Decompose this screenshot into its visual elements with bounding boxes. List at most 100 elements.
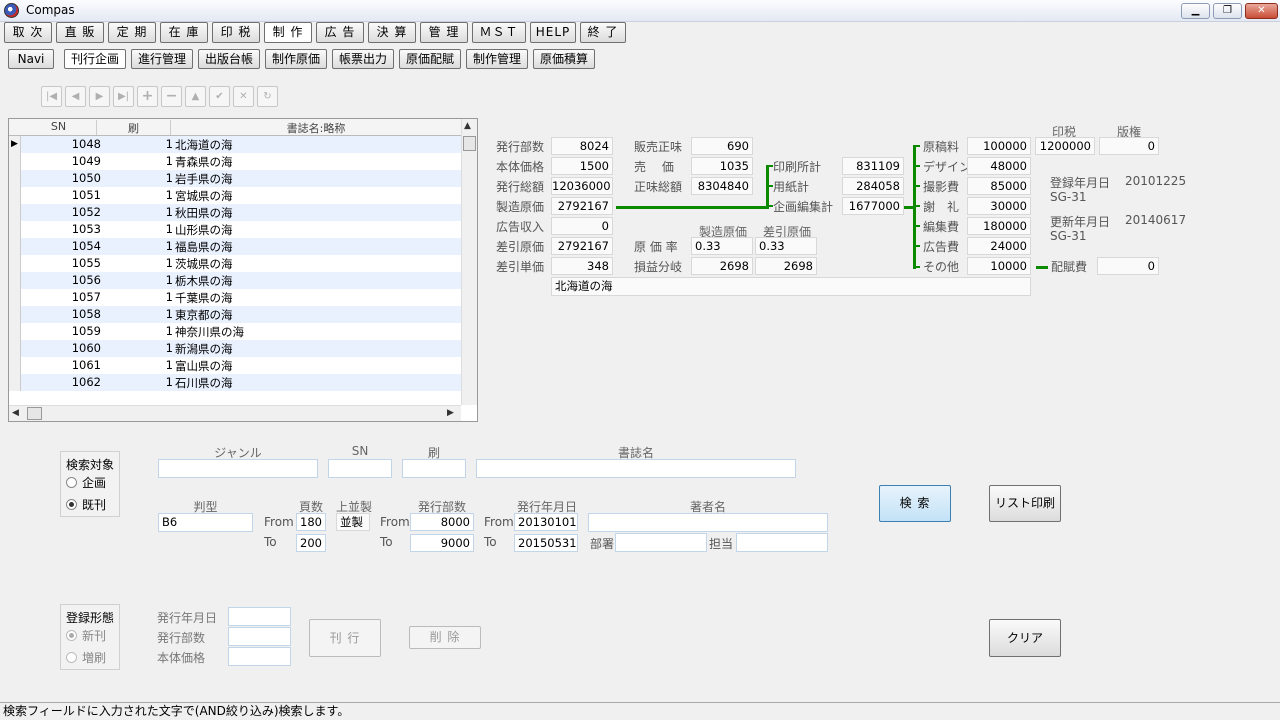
field-genka-ritsu-1[interactable]: 0.33 <box>691 237 753 255</box>
row-selector[interactable] <box>9 306 21 323</box>
table-row[interactable]: 1051 1 宮城県の海 <box>9 187 461 204</box>
field-sashihiki-genka[interactable]: 2792167 <box>551 237 613 255</box>
date-to-input[interactable]: 20150531 <box>514 534 578 552</box>
reg-price-input[interactable] <box>228 647 291 666</box>
menu-item-1[interactable]: 直 販 <box>56 22 104 43</box>
table-row[interactable]: 1062 1 石川県の海 <box>9 374 461 391</box>
date-from-input[interactable]: 20130101 <box>514 513 578 531</box>
tab-7[interactable]: 制作管理 <box>466 49 528 69</box>
field-genka-ritsu-2[interactable]: 0.33 <box>755 237 817 255</box>
row-selector[interactable] <box>9 255 21 272</box>
field-hanken[interactable]: 0 <box>1099 137 1159 155</box>
field-hakko-busu[interactable]: 8024 <box>551 137 613 155</box>
pages-to-input[interactable]: 200 <box>296 534 326 552</box>
kankou-button[interactable]: 刊 行 <box>309 619 381 657</box>
tab-8[interactable]: 原価積算 <box>533 49 595 69</box>
last-record-icon[interactable]: ▶| <box>113 86 134 107</box>
field-design[interactable]: 48000 <box>967 157 1031 175</box>
prev-record-icon[interactable]: ◀ <box>65 86 86 107</box>
table-row[interactable]: 1058 1 東京都の海 <box>9 306 461 323</box>
field-genkoryo[interactable]: 100000 <box>967 137 1031 155</box>
field-inzei[interactable]: 1200000 <box>1035 137 1095 155</box>
tab-0[interactable]: Navi <box>8 49 54 69</box>
busho-input[interactable] <box>615 533 707 552</box>
menu-item-2[interactable]: 定 期 <box>108 22 156 43</box>
radio-new-label[interactable]: 新刊 <box>82 627 106 644</box>
menu-item-0[interactable]: 取 次 <box>4 22 52 43</box>
table-row[interactable]: 1055 1 茨城県の海 <box>9 255 461 272</box>
tanto-input[interactable] <box>736 533 828 552</box>
table-row[interactable]: 1050 1 岩手県の海 <box>9 170 461 187</box>
field-sashihiki-tanka[interactable]: 348 <box>551 257 613 275</box>
field-kikaku-henshu-kei[interactable]: 1677000 <box>842 197 904 215</box>
tab-3[interactable]: 出版台帳 <box>198 49 260 69</box>
refresh-record-icon[interactable]: ↻ <box>257 86 278 107</box>
genre-input[interactable] <box>158 459 318 478</box>
table-row[interactable]: 1054 1 福島県の海 <box>9 238 461 255</box>
field-baika[interactable]: 1035 <box>691 157 753 175</box>
hankei-input[interactable]: B6 <box>158 513 253 532</box>
tab-4[interactable]: 制作原価 <box>265 49 327 69</box>
menu-item-8[interactable]: 管 理 <box>420 22 468 43</box>
clear-button[interactable]: クリア <box>989 619 1061 657</box>
field-title-name[interactable]: 北海道の海 <box>551 277 1031 296</box>
radio-reprint[interactable] <box>66 652 77 663</box>
menu-item-7[interactable]: 決 算 <box>368 22 416 43</box>
field-kokoku-hi[interactable]: 24000 <box>967 237 1031 255</box>
field-insatsu-kei[interactable]: 831109 <box>842 157 904 175</box>
row-selector[interactable] <box>9 170 21 187</box>
shoshimei-input[interactable] <box>476 459 796 478</box>
field-hanbai-shomi[interactable]: 690 <box>691 137 753 155</box>
delete-button[interactable]: 削 除 <box>409 626 481 649</box>
table-row[interactable]: 1061 1 富山県の海 <box>9 357 461 374</box>
reg-busu-input[interactable] <box>228 627 291 646</box>
tab-6[interactable]: 原価配賦 <box>399 49 461 69</box>
horizontal-scroll-thumb[interactable] <box>27 407 42 420</box>
scroll-left-icon[interactable]: ◀ <box>12 408 19 418</box>
row-selector[interactable] <box>9 374 21 391</box>
menu-item-9[interactable]: ＭＳＴ <box>472 22 526 43</box>
search-button[interactable]: 検 索 <box>879 485 951 522</box>
first-record-icon[interactable]: |◀ <box>41 86 62 107</box>
horizontal-scrollbar[interactable]: ◀ ▶ <box>9 405 461 421</box>
busu-to-input[interactable]: 9000 <box>410 534 474 552</box>
post-record-icon[interactable]: ✔ <box>209 86 230 107</box>
row-indicator-icon[interactable]: ▶ <box>9 136 21 153</box>
reg-date-input[interactable] <box>228 607 291 626</box>
row-selector[interactable] <box>9 340 21 357</box>
cancel-record-icon[interactable]: ✕ <box>233 86 254 107</box>
field-seizo-genka[interactable]: 2792167 <box>551 197 613 215</box>
row-selector[interactable] <box>9 204 21 221</box>
field-sonota[interactable]: 10000 <box>967 257 1031 275</box>
radio-kikaku-label[interactable]: 企画 <box>82 474 106 491</box>
table-row[interactable]: 1049 1 青森県の海 <box>9 153 461 170</box>
scroll-up-icon[interactable]: ▲ <box>464 121 471 131</box>
radio-new[interactable] <box>66 630 77 641</box>
tab-1[interactable]: 刊行企画 <box>64 49 126 69</box>
radio-reprint-label[interactable]: 増刷 <box>82 649 106 666</box>
row-selector[interactable] <box>9 357 21 374</box>
table-row[interactable]: 1052 1 秋田県の海 <box>9 204 461 221</box>
field-henshu[interactable]: 180000 <box>967 217 1031 235</box>
table-row[interactable]: 1057 1 千葉県の海 <box>9 289 461 306</box>
table-row[interactable]: 1056 1 栃木県の海 <box>9 272 461 289</box>
scroll-right-icon[interactable]: ▶ <box>447 408 454 418</box>
menu-item-5[interactable]: 制 作 <box>264 22 312 43</box>
row-selector[interactable] <box>9 289 21 306</box>
sn-input[interactable] <box>328 459 392 478</box>
field-hakko-sogaku[interactable]: 12036000 <box>551 177 613 195</box>
list-print-button[interactable]: リスト印刷 <box>989 485 1061 522</box>
menu-item-6[interactable]: 広 告 <box>316 22 364 43</box>
add-record-icon[interactable]: + <box>137 86 158 107</box>
grid-header-print[interactable]: 刷 <box>97 120 171 135</box>
busu-from-input[interactable]: 8000 <box>410 513 474 531</box>
table-row[interactable]: 1060 1 新潟県の海 <box>9 340 461 357</box>
field-soneki-bunki-2[interactable]: 2698 <box>755 257 817 275</box>
field-sharei[interactable]: 30000 <box>967 197 1031 215</box>
row-selector[interactable] <box>9 221 21 238</box>
menu-item-4[interactable]: 印 税 <box>212 22 260 43</box>
close-button[interactable]: ✕ <box>1245 3 1278 19</box>
pages-from-input[interactable]: 180 <box>296 513 326 531</box>
table-row[interactable]: 1053 1 山形県の海 <box>9 221 461 238</box>
delete-record-icon[interactable]: − <box>161 86 182 107</box>
